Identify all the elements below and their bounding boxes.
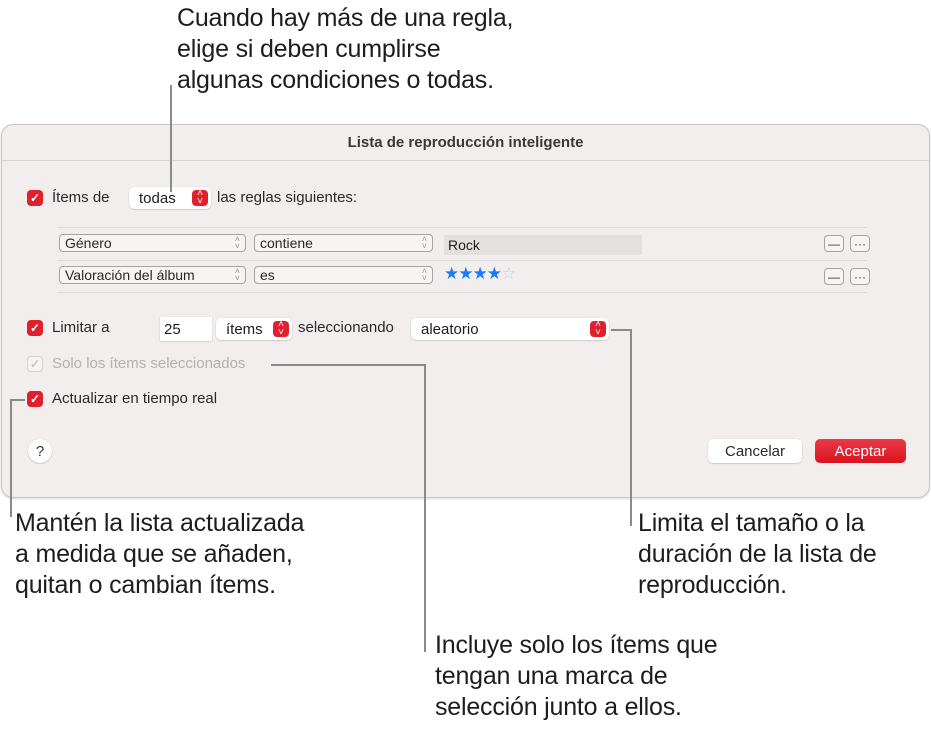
- live-update-checkbox[interactable]: ✓: [27, 391, 43, 407]
- checked-only-checkbox[interactable]: ✓: [27, 356, 43, 372]
- updown-arrows-icon: ˄ ˅: [234, 234, 240, 251]
- match-prefix-label: Ítems de: [52, 189, 110, 206]
- leader-line-live-update: [10, 399, 25, 401]
- updown-arrows-icon: ˄ ˅: [590, 320, 606, 338]
- match-checkbox[interactable]: ✓: [27, 190, 43, 206]
- rule-2-rating-stars[interactable]: ★★★★☆: [444, 264, 516, 284]
- leader-line-match: [170, 85, 172, 192]
- leader-line-live-update-v: [10, 399, 12, 517]
- updown-arrows-icon: ˄ ˅: [421, 234, 427, 251]
- leader-line-limit-v: [630, 329, 632, 526]
- rule-1-value-field[interactable]: Rock: [444, 235, 642, 255]
- filled-star-icons: ★★★★: [444, 264, 502, 283]
- selection-method-value: aleatorio: [421, 320, 479, 338]
- limit-value-text: 25: [164, 320, 181, 338]
- limit-unit-value: ítems: [226, 320, 263, 338]
- live-update-label: Actualizar en tiempo real: [52, 390, 218, 407]
- callout-live-update: Mantén la lista actualizada a medida que…: [15, 509, 305, 599]
- match-suffix-label: las reglas siguientes:: [217, 189, 358, 206]
- updown-arrows-icon: ˄ ˅: [421, 266, 427, 283]
- rule-1-operator-select[interactable]: contiene ˄ ˅: [254, 234, 433, 252]
- rule-2-more-button[interactable]: ···: [850, 268, 870, 285]
- leader-line-checked-only-v: [424, 364, 426, 652]
- callout-checked-only: Incluye solo los ítems que tengan una ma…: [435, 631, 718, 721]
- rule-1-value-text: Rock: [448, 237, 480, 253]
- limit-value-field[interactable]: 25: [160, 317, 212, 341]
- rules-divider: [57, 227, 867, 228]
- smart-playlist-dialog: Lista de reproducción inteligente ✓ Ítem…: [1, 124, 930, 498]
- match-popup-value: todas: [139, 189, 176, 207]
- rule-2-operator-value: es: [260, 267, 275, 283]
- limit-checkbox[interactable]: ✓: [27, 320, 43, 336]
- leader-line-checked-only-h: [271, 364, 425, 366]
- rule-2-field-value: Valoración del álbum: [65, 267, 195, 283]
- rule-1-more-button[interactable]: ···: [850, 235, 870, 252]
- limit-unit-popup[interactable]: ítems ˄ ˅: [216, 318, 292, 340]
- rule-1-remove-button[interactable]: —: [824, 235, 844, 252]
- rules-bottom-divider: [57, 292, 867, 293]
- dialog-title: Lista de reproducción inteligente: [2, 125, 929, 161]
- rule-1-field-select[interactable]: Género ˄ ˅: [59, 234, 246, 252]
- selecting-label: seleccionando: [298, 319, 394, 336]
- rule-divider: [57, 260, 867, 261]
- ok-button[interactable]: Aceptar: [815, 439, 906, 463]
- rule-1-operator-value: contiene: [260, 235, 313, 251]
- leader-line-limit-h: [611, 329, 631, 331]
- checked-only-label: Solo los ítems seleccionados: [52, 355, 246, 372]
- updown-arrows-icon: ˄ ˅: [192, 189, 208, 207]
- callout-limit: Limita el tamaño o la duración de la lis…: [638, 509, 877, 599]
- updown-arrows-icon: ˄ ˅: [273, 320, 289, 338]
- selection-method-popup[interactable]: aleatorio ˄ ˅: [411, 318, 609, 340]
- rule-1-field-value: Género: [65, 235, 112, 251]
- callout-match-rules: Cuando hay más de una regla, elige si de…: [177, 4, 514, 94]
- cancel-button[interactable]: Cancelar: [708, 439, 802, 463]
- limit-label: Limitar a: [52, 319, 110, 336]
- rule-2-remove-button[interactable]: —: [824, 268, 844, 285]
- rule-2-field-select[interactable]: Valoración del álbum ˄ ˅: [59, 266, 246, 284]
- empty-star-icon: ☆: [500, 264, 516, 283]
- help-button[interactable]: ?: [28, 439, 52, 463]
- rule-2-operator-select[interactable]: es ˄ ˅: [254, 266, 433, 284]
- updown-arrows-icon: ˄ ˅: [234, 266, 240, 283]
